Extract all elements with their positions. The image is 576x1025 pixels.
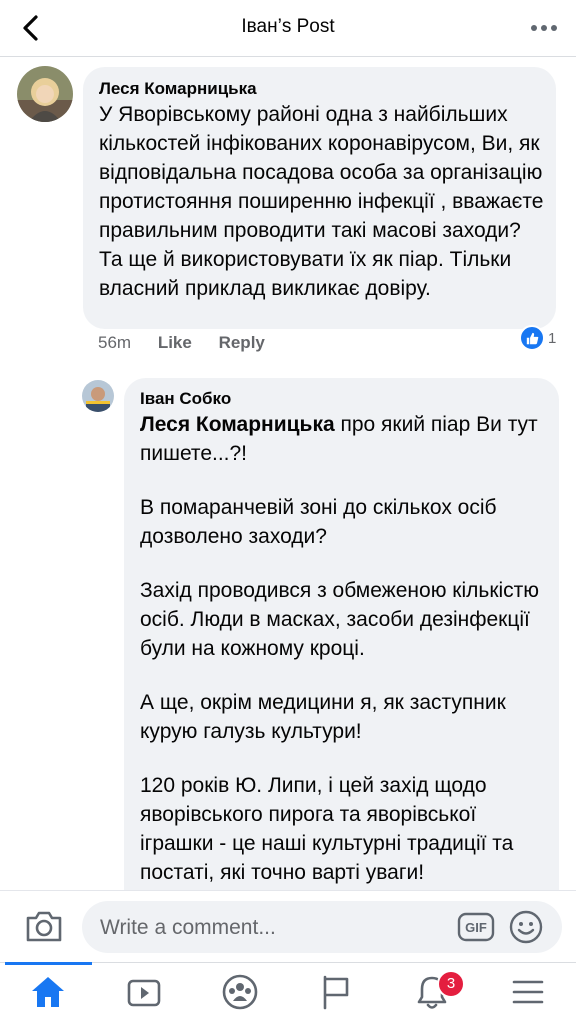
like-button[interactable]: Like bbox=[158, 333, 192, 352]
menu-icon[interactable] bbox=[508, 972, 548, 1012]
thumbs-up-icon bbox=[519, 325, 545, 351]
avatar-photo bbox=[17, 66, 73, 122]
comment-text: У Яворівському районі одна з найбільших … bbox=[99, 103, 544, 300]
camera-icon[interactable] bbox=[24, 908, 64, 944]
reply-button[interactable]: Reply bbox=[219, 333, 265, 352]
active-tab-indicator bbox=[5, 962, 92, 965]
video-icon[interactable] bbox=[124, 972, 164, 1012]
comment-paragraph: В помаранчевій зоні до скількох осіб доз… bbox=[140, 496, 497, 548]
comment-actions: 56m Like Reply bbox=[98, 333, 287, 353]
reaction-count: 1 bbox=[548, 329, 557, 347]
avatar[interactable] bbox=[17, 66, 73, 122]
comment-text: Леся Комарницька про який піар Ви тут пи… bbox=[140, 410, 550, 912]
post-title: Іван’s Post bbox=[241, 16, 335, 37]
reaction-summary[interactable]: 1 bbox=[519, 325, 557, 351]
notifications-badge: 3 bbox=[437, 970, 465, 998]
groups-icon[interactable] bbox=[220, 972, 260, 1012]
comment-time: 56m bbox=[98, 333, 132, 352]
more-horizontal-icon[interactable] bbox=[528, 14, 560, 42]
header-divider bbox=[0, 56, 576, 57]
bottom-navigation bbox=[0, 962, 576, 1025]
svg-text:GIF: GIF bbox=[465, 920, 487, 935]
emoji-icon[interactable] bbox=[509, 910, 543, 944]
comment-paragraph: Леся Комарницька про який піар Ви тут пи… bbox=[140, 413, 538, 465]
comment-paragraph: Захід проводився з обмеженою кількістю о… bbox=[140, 579, 540, 660]
avatar[interactable] bbox=[82, 380, 114, 412]
pages-flag-icon[interactable] bbox=[316, 972, 356, 1012]
mention-link[interactable]: Леся Комарницька bbox=[140, 413, 335, 436]
top-bar: Іван’s Post bbox=[0, 0, 576, 56]
comment-author[interactable]: Леся Комарницька bbox=[99, 79, 257, 99]
home-icon[interactable] bbox=[28, 972, 68, 1012]
comment-input[interactable]: Write a comment... bbox=[100, 916, 276, 940]
comment-paragraph: А ще, окрім медицини я, як заступник кур… bbox=[140, 691, 506, 743]
gif-icon[interactable]: GIF bbox=[457, 912, 495, 942]
avatar-photo bbox=[82, 380, 114, 412]
comment-author[interactable]: Іван Собко bbox=[140, 389, 231, 409]
comment-paragraph: 120 років Ю. Липи, і цей захід щодо явор… bbox=[140, 774, 514, 884]
